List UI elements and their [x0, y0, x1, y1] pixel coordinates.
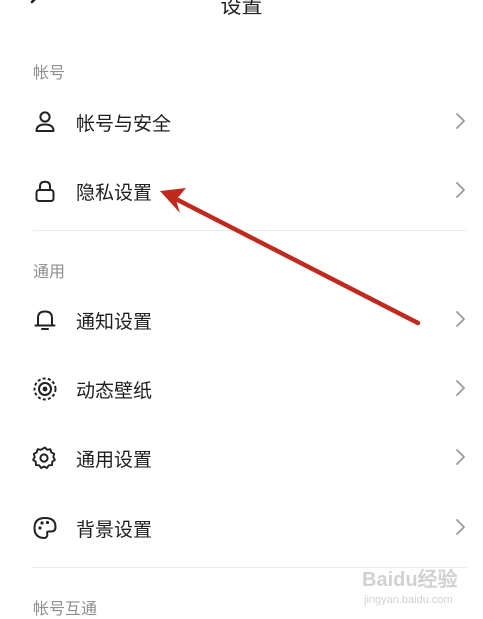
page-title: 设置 [220, 0, 263, 18]
chevron-right-icon [456, 311, 465, 327]
chevron-right-icon [456, 449, 465, 465]
bell-icon [34, 310, 56, 330]
settings-item-label: 隐私设置 [76, 182, 153, 204]
dynamic-wallpaper-icon [33, 377, 57, 401]
gear-icon [32, 446, 56, 469]
chevron-right-icon [456, 380, 465, 396]
settings-item-label: 动态壁纸 [76, 380, 153, 402]
settings-item-label: 通用设置 [76, 449, 153, 471]
settings-item-label: 背景设置 [76, 519, 153, 541]
chevron-right-icon [456, 113, 465, 129]
section-divider [33, 230, 467, 231]
section-header-general: 通用 [33, 262, 66, 281]
settings-item-background[interactable]: 背景设置 [0, 497, 483, 557]
settings-item-account-security[interactable]: 帐号与安全 [0, 91, 483, 151]
settings-item-general-settings[interactable]: 通用设置 [0, 427, 483, 487]
section-header-account: 帐号 [33, 63, 66, 82]
top-bar: 设置 [0, 0, 483, 22]
settings-item-label: 通知设置 [76, 311, 153, 333]
settings-item-privacy[interactable]: 隐私设置 [0, 160, 483, 220]
section-header-account-interop: 帐号互通 [33, 599, 98, 618]
lock-icon [35, 180, 55, 202]
chevron-right-icon [456, 519, 465, 535]
person-icon [35, 111, 55, 132]
palette-icon [33, 517, 57, 539]
chevron-right-icon [456, 182, 465, 198]
settings-item-notifications[interactable]: 通知设置 [0, 289, 483, 349]
watermark-url: jingyan.baidu.com [364, 594, 453, 606]
watermark-logo-text: Baidu经验 [362, 569, 458, 591]
watermark: Baidu经验 jingyan.baidu.com [350, 563, 475, 613]
settings-item-label: 帐号与安全 [76, 113, 172, 135]
settings-item-dynamic-wallpaper[interactable]: 动态壁纸 [0, 358, 483, 418]
